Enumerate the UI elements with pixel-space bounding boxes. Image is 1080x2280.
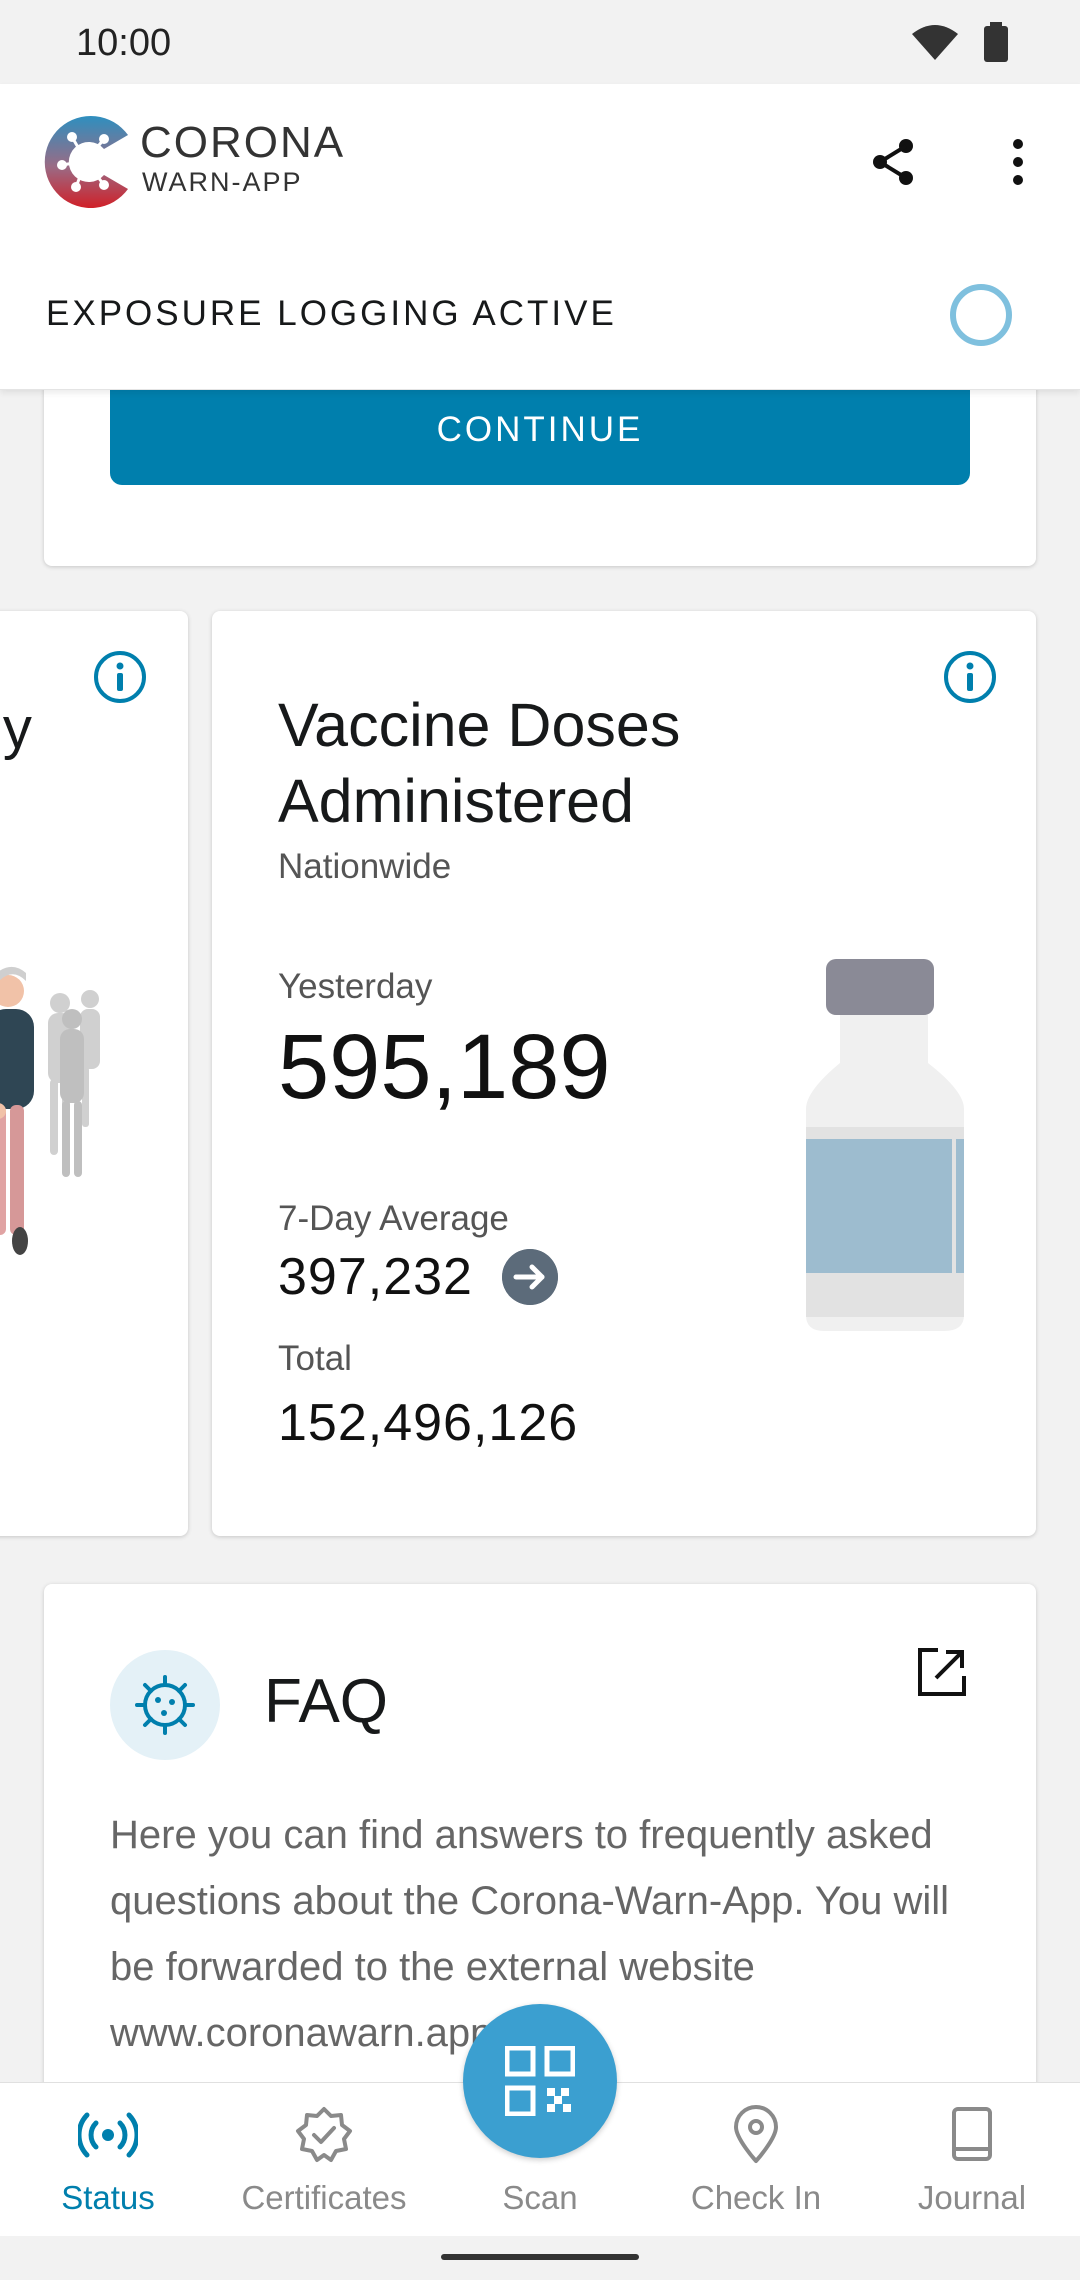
home-gesture-bar[interactable] (441, 2254, 639, 2260)
nav-item-certificates[interactable]: Certificates (216, 2083, 432, 2237)
more-vert-icon[interactable] (990, 134, 1046, 190)
gesture-area (0, 2236, 1080, 2280)
logo-title: CORONA (140, 118, 346, 167)
seven-day-average-value: 397,232 (278, 1248, 473, 1306)
app-header: CORONA WARN-APP EXPOSURE LOGGING ACTIVE (0, 84, 1080, 390)
continue-button[interactable]: CONTINUE (110, 375, 970, 485)
faq-badge (110, 1650, 220, 1760)
nav-label-certificates: Certificates (241, 2179, 407, 2216)
scan-button[interactable] (463, 2004, 617, 2158)
nav-item-journal[interactable]: Journal (864, 2083, 1080, 2237)
external-link-icon[interactable] (914, 1644, 970, 1700)
seven-day-average-label: 7-Day Average (278, 1199, 509, 1238)
nav-label-journal: Journal (917, 2179, 1027, 2216)
certificate-icon (296, 2107, 352, 2162)
status-time: 10:00 (76, 22, 172, 64)
faq-title: FAQ (264, 1667, 389, 1736)
statistics-card-title: ly (0, 696, 32, 761)
vaccine-doses-card[interactable]: Vaccine Doses Administered Nationwide Ye… (212, 611, 1036, 1536)
total-value: 152,496,126 (278, 1394, 579, 1452)
nav-label-scan: Scan (502, 2179, 578, 2216)
status-bar: 10:00 (0, 0, 1080, 84)
exposure-status-indicator (950, 284, 1012, 346)
logo-subtitle: WARN-APP (142, 167, 303, 197)
yesterday-value: 595,189 (278, 1016, 611, 1118)
wifi-icon (912, 25, 958, 60)
exposure-status-label[interactable]: EXPOSURE LOGGING ACTIVE (46, 294, 617, 334)
nav-label-check-in: Check In (690, 2179, 822, 2216)
arrow-right-icon (502, 1249, 558, 1305)
qr-code-icon (505, 2046, 575, 2116)
location-pin-icon (734, 2105, 778, 2163)
vaccine-vial-illustration (806, 959, 964, 1331)
book-icon (952, 2107, 992, 2161)
nav-item-status[interactable]: Status (0, 2083, 216, 2237)
yesterday-label: Yesterday (278, 967, 433, 1006)
total-label: Total (278, 1339, 352, 1378)
statistics-card-partial[interactable]: ly (0, 611, 188, 1536)
virus-icon (135, 1675, 195, 1735)
share-icon[interactable] (866, 134, 922, 190)
status-icons (910, 22, 1020, 62)
battery-icon (984, 22, 1008, 62)
vaccine-card-title: Vaccine Doses Administered (278, 691, 681, 835)
corona-warn-app-logo (44, 116, 128, 208)
people-illustration (0, 967, 100, 1255)
info-icon[interactable] (942, 649, 998, 705)
info-icon[interactable] (92, 649, 148, 705)
vaccine-card-subtitle: Nationwide (278, 847, 452, 886)
status-icon (78, 2112, 138, 2158)
nav-item-check-in[interactable]: Check In (648, 2083, 864, 2237)
nav-label-status: Status (61, 2179, 155, 2216)
